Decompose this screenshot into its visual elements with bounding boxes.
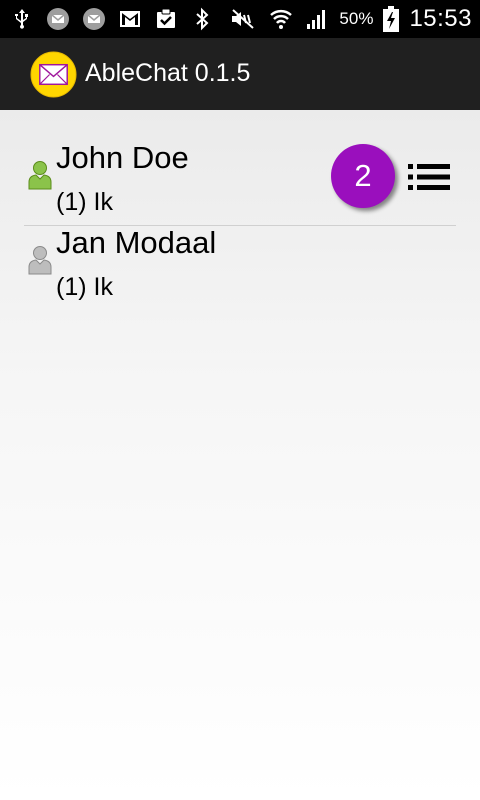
- status-bar-notifications: [10, 6, 214, 32]
- list-item-contact[interactable]: Jan Modaal (1) Ik: [24, 225, 456, 310]
- email-icon: [47, 8, 69, 30]
- list-item-contact[interactable]: John Doe (1) Ik 2: [24, 140, 456, 226]
- list-icon[interactable]: [408, 164, 450, 190]
- battery-charging-icon: [383, 6, 400, 32]
- task-icon: [157, 8, 175, 28]
- contact-list: John Doe (1) Ik 2 Jan Modaal (1) Ik: [0, 110, 480, 800]
- email-icon: [83, 8, 105, 30]
- envelope-icon[interactable]: [30, 51, 77, 98]
- battery-percentage: 50%: [339, 9, 374, 28]
- mute-icon: [232, 9, 257, 29]
- action-bar: AbleChat 0.1.5: [0, 38, 480, 110]
- unread-count-badge[interactable]: 2: [331, 144, 395, 208]
- contact-status: (1) Ik: [56, 273, 113, 301]
- signal-icon: [307, 10, 326, 29]
- contact-name: John Doe: [56, 140, 189, 175]
- status-bar: 50% 15:53: [0, 0, 480, 38]
- app-title: AbleChat 0.1.5: [85, 59, 251, 87]
- contact-status: (1) Ik: [56, 188, 113, 216]
- status-bar-system: 50% 15:53: [227, 0, 472, 38]
- contact-name: Jan Modaal: [56, 225, 217, 260]
- usb-icon: [15, 9, 28, 29]
- unread-count: 2: [354, 158, 372, 193]
- wifi-icon: [270, 10, 293, 29]
- person-offline-icon: [28, 246, 52, 275]
- bluetooth-icon: [196, 7, 209, 31]
- gmail-icon: [120, 11, 140, 27]
- person-online-icon: [28, 161, 52, 190]
- status-clock: 15:53: [409, 5, 472, 32]
